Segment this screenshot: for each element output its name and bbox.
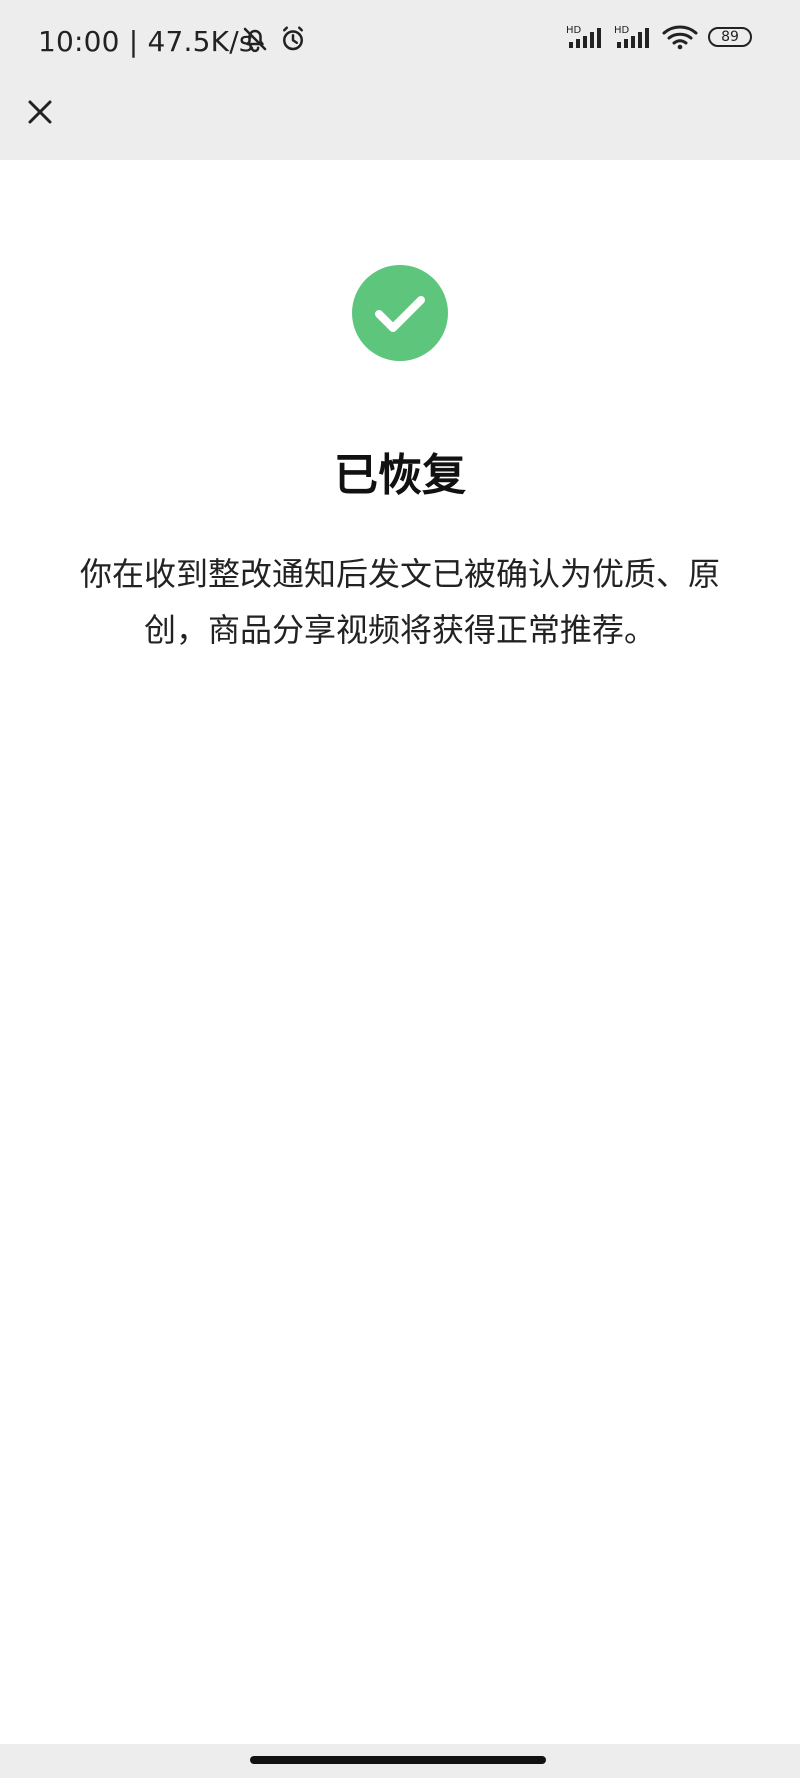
battery-level: 89 <box>721 29 739 45</box>
close-icon <box>28 100 52 124</box>
status-left-icons <box>240 24 308 54</box>
battery-icon: 89 <box>708 27 752 47</box>
close-button[interactable] <box>22 94 58 130</box>
muted-bell-icon <box>243 27 267 53</box>
check-circle-icon <box>352 265 448 361</box>
signal-hd-icon: HD <box>614 25 649 48</box>
status-time: 10:00 | 47.5K/s <box>38 25 254 58</box>
signal-hd-icon: HD <box>566 25 601 48</box>
top-bar: 10:00 | 47.5K/s HD HD 89 <box>0 0 800 160</box>
alarm-icon <box>283 26 303 51</box>
wifi-icon <box>662 25 698 50</box>
svg-text:HD: HD <box>614 25 630 36</box>
svg-text:HD: HD <box>566 25 582 36</box>
home-indicator[interactable] <box>250 1756 546 1764</box>
status-right-icons: HD HD 89 <box>566 24 752 50</box>
result-description: 你在收到整改通知后发文已被确认为优质、原创，商品分享视频将获得正常推荐。 <box>79 555 720 649</box>
result-panel: 已恢复 你在收到整改通知后发文已被确认为优质、原创，商品分享视频将获得正常推荐。 <box>0 160 800 1744</box>
result-title: 已恢复 <box>334 450 466 501</box>
bottom-gesture-bar <box>0 1744 800 1778</box>
